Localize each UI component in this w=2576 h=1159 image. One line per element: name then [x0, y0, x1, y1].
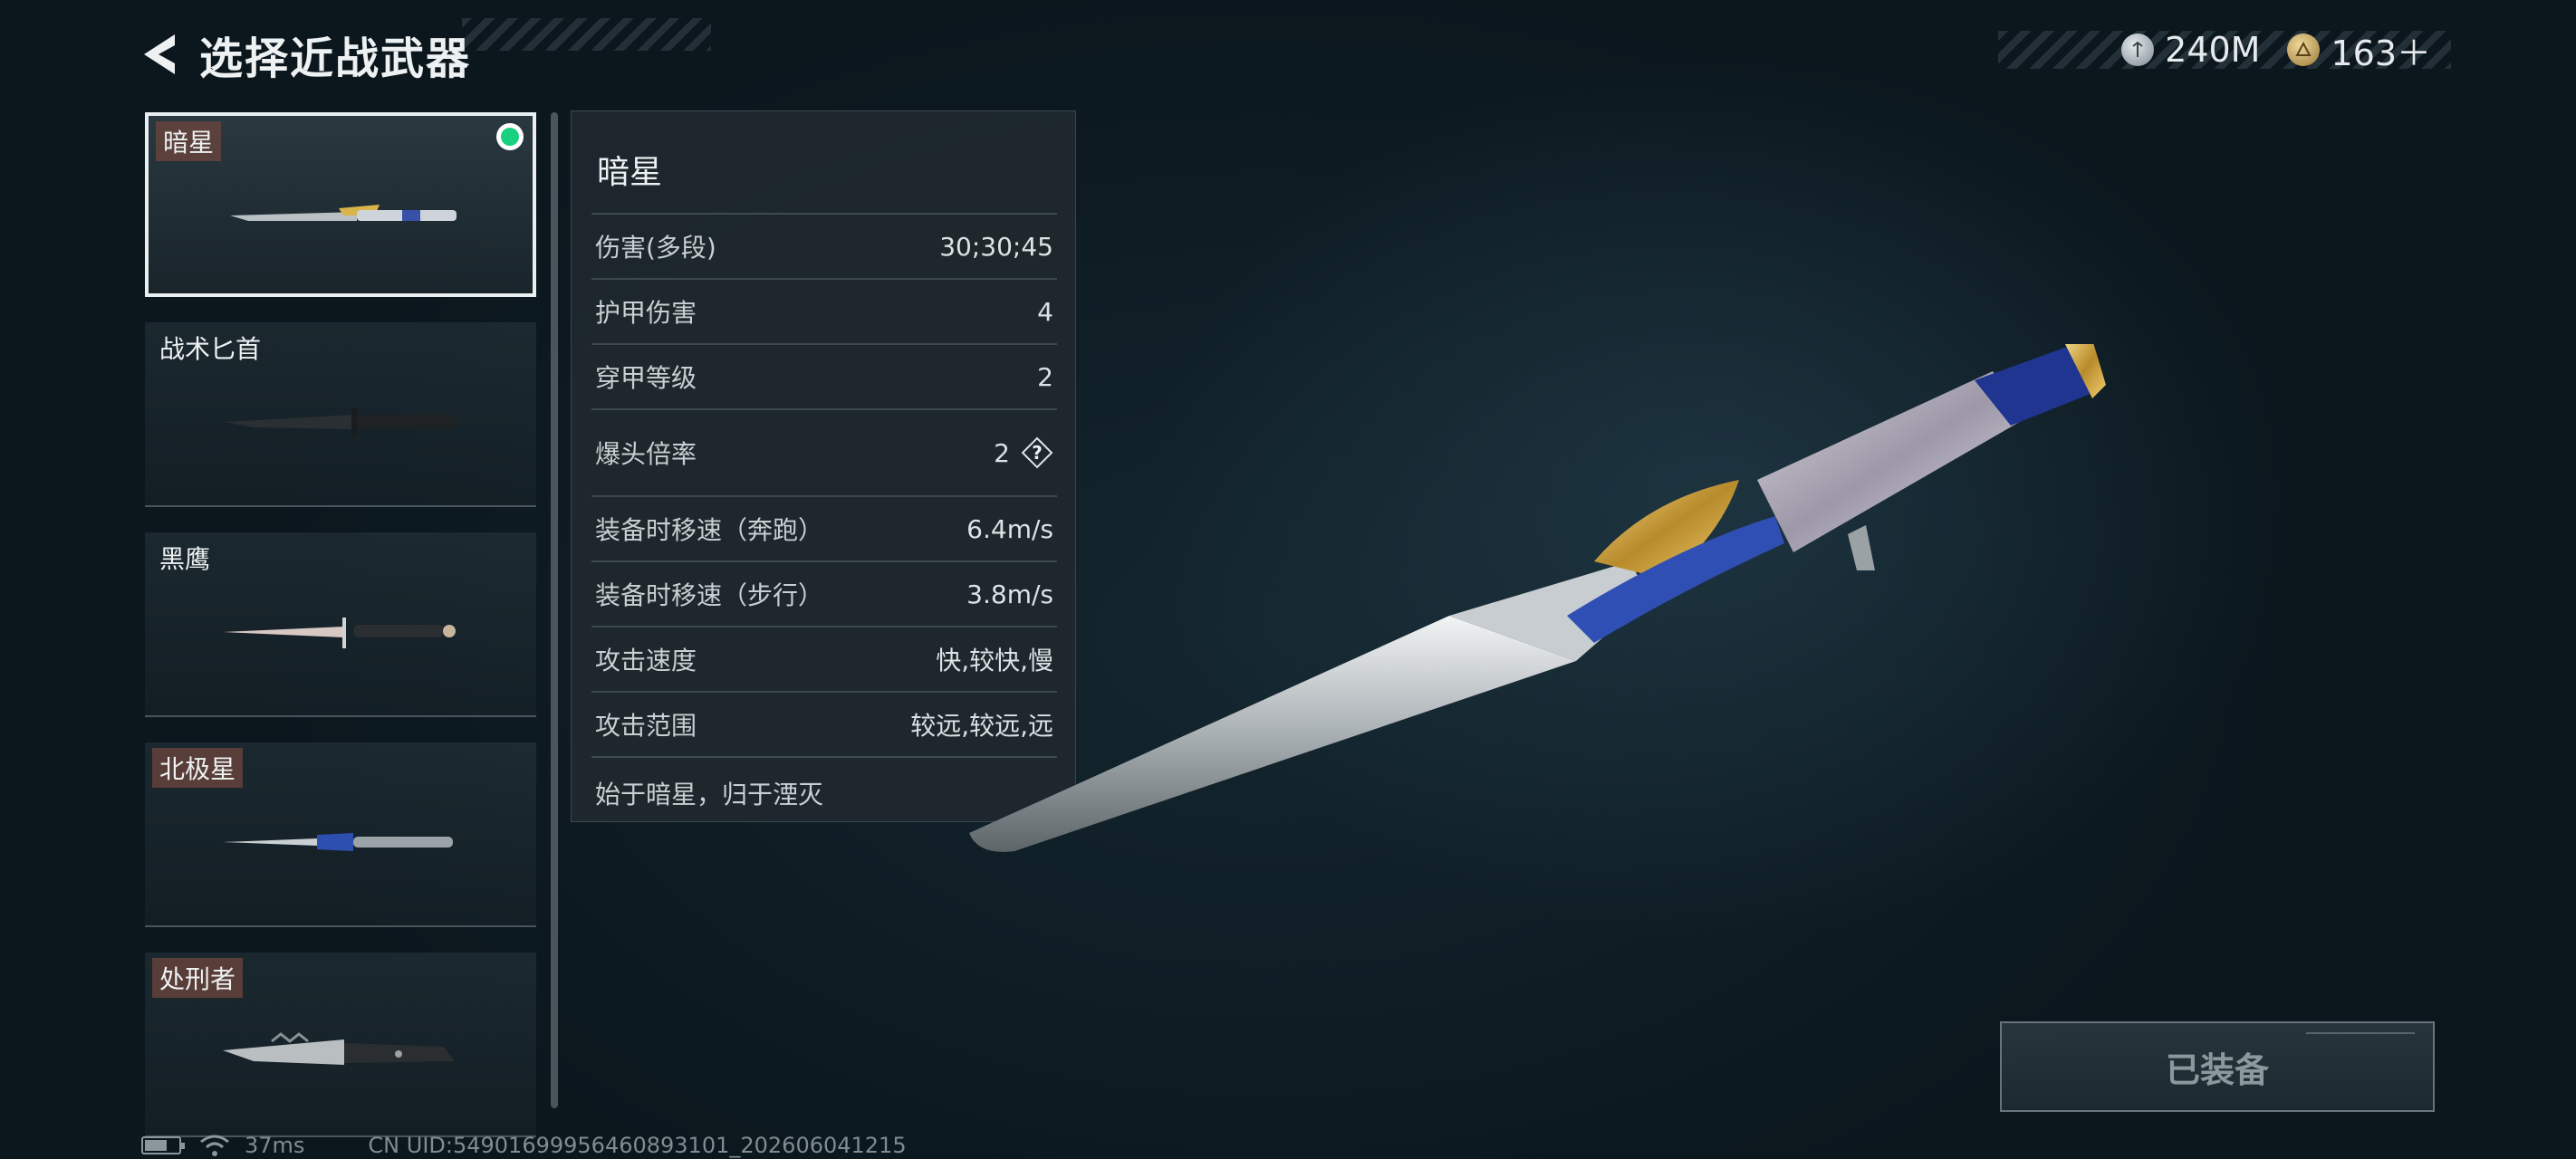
- tactical-dagger-icon: [225, 407, 457, 438]
- stat-armor-damage: 护甲伤害 4: [591, 278, 1057, 343]
- stats-title: 暗星: [597, 154, 663, 191]
- stat-label: 爆头倍率: [595, 439, 697, 469]
- weapon-card-tactical-dagger[interactable]: 战术匕首: [145, 322, 536, 507]
- darkstar-knife-icon: [230, 205, 457, 221]
- stat-label: 攻击范围: [595, 711, 697, 741]
- wifi-icon: [200, 1135, 229, 1156]
- stat-label: 伤害(多段): [595, 233, 716, 263]
- black-eagle-knife-icon: [223, 618, 456, 648]
- stat-label: 攻击速度: [595, 646, 697, 675]
- title-decoration: [462, 18, 711, 51]
- stat-value: 4: [1037, 296, 1053, 327]
- back-arrow-icon[interactable]: [136, 29, 187, 80]
- executioner-knife-icon: [223, 1032, 455, 1065]
- weapon-card-executioner[interactable]: 处刑者: [145, 953, 536, 1137]
- polaris-knife-icon: [223, 833, 453, 851]
- header: 选择近战武器: [136, 20, 471, 89]
- weapon-name: 黑鹰: [159, 544, 211, 574]
- gold-coin-icon: [2287, 34, 2321, 66]
- currency-silver[interactable]: 240M: [2121, 30, 2260, 70]
- darkstar-knife-preview-icon: [969, 344, 2106, 852]
- stat-label: 穿甲等级: [595, 363, 697, 393]
- silver-coin-icon: [2121, 34, 2155, 66]
- equipped-button[interactable]: 已装备: [2000, 1021, 2435, 1112]
- uid-text: CN UID:5490169995646089310​1_20260604121…: [368, 1133, 907, 1158]
- equipped-button-label: 已装备: [2165, 1049, 2269, 1090]
- weapon-list-scrollbar[interactable]: [551, 112, 558, 1108]
- stat-label: 装备时移速（步行）: [595, 580, 824, 610]
- currency-bar: 240M 163＋: [1998, 30, 2451, 73]
- weapon-list: 暗星 战术匕首 黑鹰 北极星 处刑者: [145, 112, 536, 1159]
- battery-icon: [141, 1136, 185, 1154]
- currency-value: 240M: [2165, 30, 2261, 70]
- weapon-name: 处刑者: [152, 958, 244, 998]
- ping-value: 37ms: [245, 1133, 305, 1158]
- weapon-card-darkstar[interactable]: 暗星: [145, 112, 536, 297]
- button-decoration: [2306, 1032, 2415, 1043]
- currency-value: 163＋: [2331, 33, 2431, 73]
- game-screen: 选择近战武器 240M 163＋ 暗星 战术匕首 黑鹰 北极星 处刑者 暗星 伤…: [0, 0, 2576, 1159]
- weapon-card-black-eagle[interactable]: 黑鹰: [145, 532, 536, 717]
- stat-value: 30;30;45: [939, 231, 1053, 262]
- page-title: 选择近战武器: [199, 34, 472, 84]
- stat-label: 装备时移速（奔跑）: [595, 515, 824, 545]
- currency-gold[interactable]: 163＋: [2287, 25, 2431, 75]
- weapon-card-polaris[interactable]: 北极星: [145, 742, 536, 927]
- stat-label: 护甲伤害: [595, 298, 697, 328]
- weapon-name: 暗星: [156, 121, 222, 161]
- stat-damage: 伤害(多段) 30;30;45: [591, 213, 1057, 278]
- equipped-indicator-icon: [496, 123, 524, 150]
- weapon-name: 战术匕首: [159, 334, 262, 364]
- weapon-name: 北极星: [152, 748, 244, 788]
- status-bar: 37ms CN UID:5490169995646089310​1_202606…: [141, 1132, 907, 1159]
